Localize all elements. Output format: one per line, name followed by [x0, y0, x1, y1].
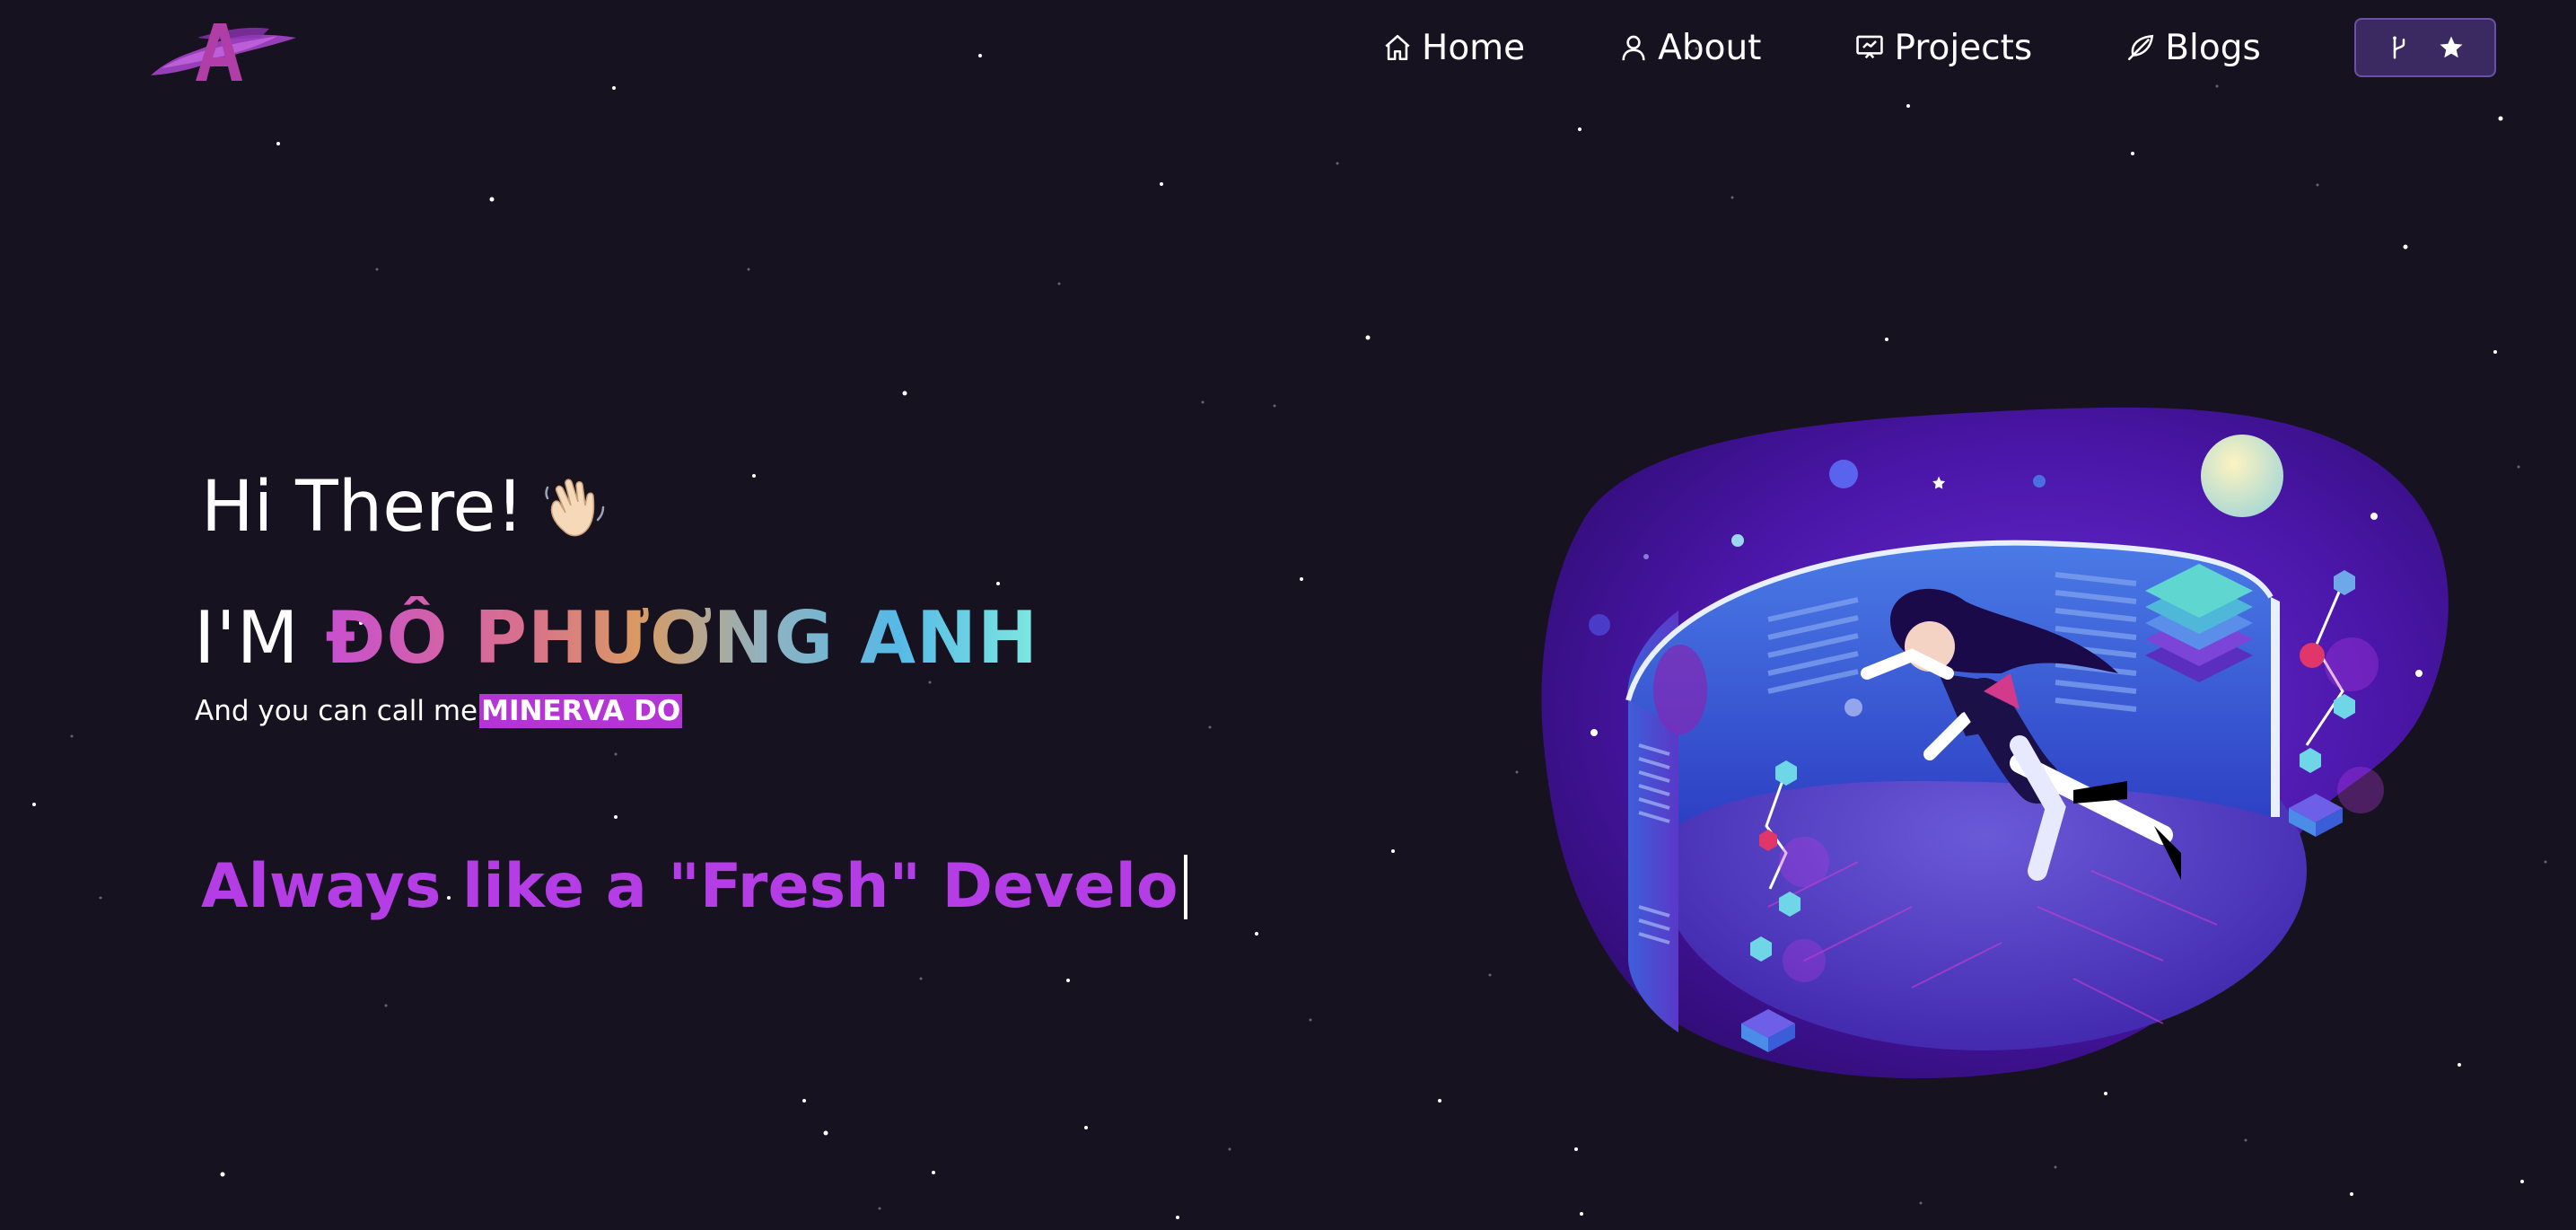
nav-projects-label: Projects	[1894, 27, 2033, 68]
nav-blogs[interactable]: Blogs	[2125, 28, 2261, 68]
nav-projects[interactable]: Projects	[1854, 28, 2032, 68]
nickname-highlight: MINERVA DO	[479, 694, 683, 728]
nav-home[interactable]: Home	[1382, 28, 1525, 68]
presentation-icon	[1856, 35, 1884, 59]
home-icon	[1385, 34, 1410, 61]
logo[interactable]	[144, 11, 305, 87]
typewriter-text: Always like a "Fresh" Develo	[201, 851, 1187, 922]
github-fork-star-button[interactable]	[2353, 18, 2496, 77]
user-icon	[1622, 35, 1645, 61]
nickname-line: And you can call me MINERVA DO	[195, 694, 683, 728]
star-icon	[2440, 36, 2463, 58]
git-fork-icon	[2392, 36, 2405, 59]
greeting-text: Hi There!	[201, 467, 524, 548]
hero-illustration	[1541, 407, 2449, 1079]
hero-greeting: Hi There!	[201, 467, 612, 548]
typewriter-caret	[1183, 854, 1187, 919]
moon	[2201, 435, 2283, 517]
nav-about-label: About	[1658, 27, 1762, 68]
name-prefix: I'M	[194, 596, 300, 680]
nav-about[interactable]: About	[1618, 28, 1761, 68]
feather-icon	[2128, 34, 2154, 61]
nickname-prefix: And you can call me	[195, 695, 478, 727]
page: Home About Projects Blogs Hi There! I'M …	[0, 0, 2576, 1230]
typewriter-content: Always like a "Fresh" Develo	[201, 851, 1178, 922]
hero-name: ĐỖ PHƯƠNG ANH	[325, 596, 1038, 680]
main-nav: Home About Projects Blogs	[1382, 18, 2496, 77]
nav-blogs-label: Blogs	[2165, 27, 2261, 68]
hero-name-line: I'M ĐỖ PHƯƠNG ANH	[194, 596, 1038, 680]
nav-home-label: Home	[1422, 27, 1526, 68]
waving-hand-icon	[545, 479, 605, 537]
